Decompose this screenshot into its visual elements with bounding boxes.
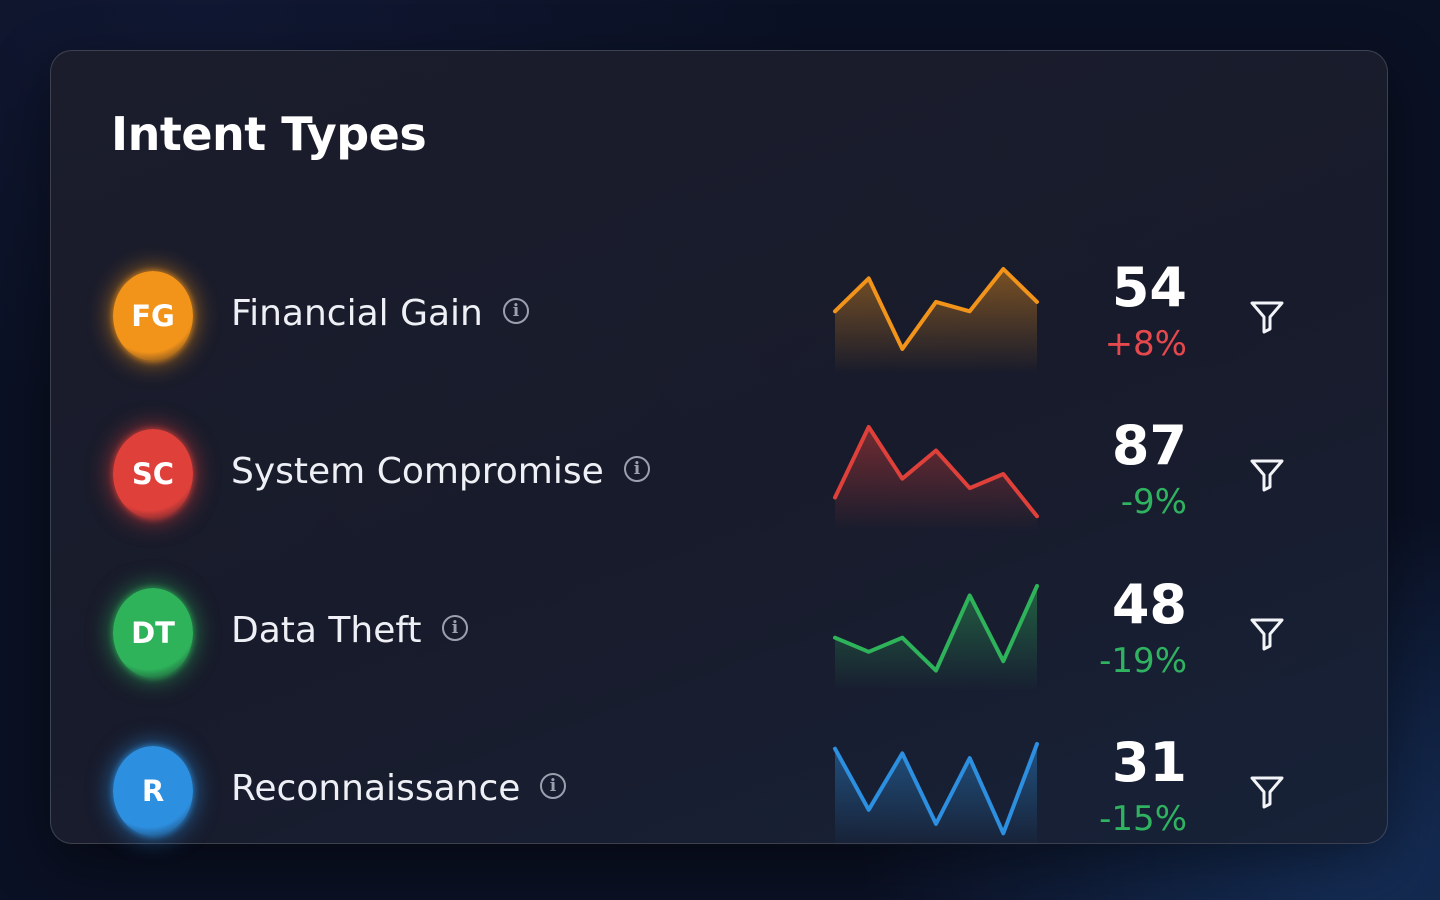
sparkline-area (835, 269, 1037, 373)
intent-label: Reconnaissance (231, 768, 521, 809)
filter-icon[interactable] (1247, 454, 1287, 494)
intent-types-card: Intent Types FG Financial Gain i 54 +8% … (50, 50, 1389, 848)
intent-row[interactable]: R Reconnaissance i 31 -15% (51, 716, 1389, 866)
intent-label: Data Theft (231, 610, 422, 651)
intent-delta: -19% (1099, 641, 1187, 681)
filter-icon[interactable] (1247, 771, 1287, 811)
intent-delta: -15% (1099, 799, 1187, 839)
intent-label: Financial Gain (231, 293, 483, 334)
intent-label: System Compromise (231, 451, 604, 492)
intent-delta: +8% (1104, 324, 1187, 364)
sparkline (833, 742, 1039, 848)
sparkline (833, 267, 1039, 373)
info-icon[interactable]: i (624, 456, 650, 482)
intent-badge: SC (113, 429, 193, 519)
card-title: Intent Types (111, 107, 427, 161)
info-icon[interactable]: i (442, 615, 468, 641)
info-icon[interactable]: i (503, 298, 529, 324)
intent-badge: DT (113, 588, 193, 678)
intent-count: 31 (1111, 731, 1187, 794)
sparkline-area (835, 744, 1037, 848)
intent-count: 48 (1111, 573, 1187, 636)
intent-row[interactable]: SC System Compromise i 87 -9% (51, 399, 1389, 549)
sparkline (833, 425, 1039, 531)
intent-row[interactable]: FG Financial Gain i 54 +8% (51, 241, 1389, 391)
filter-icon[interactable] (1247, 613, 1287, 653)
intent-delta: -9% (1120, 482, 1187, 522)
intent-badge: FG (113, 271, 193, 361)
sparkline-area (835, 586, 1037, 690)
intent-badge: R (113, 746, 193, 836)
intent-count: 54 (1111, 256, 1187, 319)
sparkline (833, 584, 1039, 690)
intent-count: 87 (1111, 414, 1187, 477)
intent-row[interactable]: DT Data Theft i 48 -19% (51, 558, 1389, 708)
filter-icon[interactable] (1247, 296, 1287, 336)
info-icon[interactable]: i (540, 773, 566, 799)
